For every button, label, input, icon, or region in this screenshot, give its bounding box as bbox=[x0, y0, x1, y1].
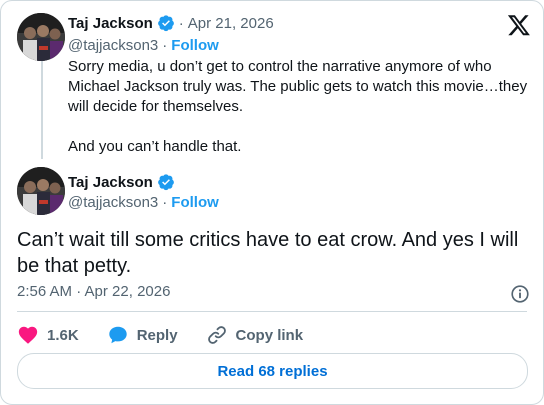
avatar[interactable] bbox=[17, 13, 65, 61]
like-count: 1.6K bbox=[47, 326, 79, 344]
copy-link-label: Copy link bbox=[235, 326, 304, 344]
tweet-date[interactable]: Apr 21, 2026 bbox=[188, 15, 274, 32]
heart-icon bbox=[18, 326, 38, 344]
read-replies-button[interactable]: Read 68 replies bbox=[17, 353, 528, 389]
tweet-paragraph: Sorry media, u don’t get to control the … bbox=[68, 58, 528, 115]
verified-badge-icon bbox=[157, 174, 174, 191]
separator-dot: · bbox=[178, 14, 184, 32]
follow-button[interactable]: Follow bbox=[171, 194, 219, 211]
main-tweet-text: Can’t wait till some critics have to eat… bbox=[17, 229, 519, 277]
reply-tweet-text: Sorry media, u don’t get to control the … bbox=[68, 57, 530, 157]
tweet-timestamp[interactable]: 2:56 AM · Apr 22, 2026 bbox=[17, 283, 170, 300]
tweet-paragraph: And you can’t handle that. bbox=[68, 138, 242, 155]
reply-tweet-handle-row: @tajjackson3 · Follow bbox=[68, 37, 219, 54]
reply-label: Reply bbox=[136, 326, 178, 344]
author-handle[interactable]: @tajjackson3 bbox=[68, 37, 158, 54]
main-tweet-handle-row: @tajjackson3 · Follow bbox=[68, 194, 219, 211]
copy-link-button[interactable]: Copy link bbox=[206, 324, 304, 346]
info-icon[interactable] bbox=[509, 283, 531, 305]
link-icon bbox=[207, 326, 226, 344]
verified-badge-icon bbox=[157, 15, 174, 32]
like-button[interactable]: 1.6K bbox=[17, 324, 79, 346]
reply-tweet-header: Taj Jackson · Apr 21, 2026 bbox=[68, 14, 274, 32]
reply-bubble-icon bbox=[108, 326, 127, 344]
x-logo-icon[interactable] bbox=[507, 13, 531, 37]
divider bbox=[17, 311, 527, 312]
embedded-tweet-card: Taj Jackson · Apr 21, 2026 @tajjackson3 … bbox=[0, 0, 544, 405]
author-name[interactable]: Taj Jackson bbox=[68, 174, 153, 191]
thread-connector-line bbox=[41, 61, 43, 159]
follow-button[interactable]: Follow bbox=[171, 37, 219, 54]
separator-dot: · bbox=[162, 194, 168, 211]
reply-button[interactable]: Reply bbox=[107, 324, 178, 346]
author-name[interactable]: Taj Jackson bbox=[68, 15, 153, 32]
avatar[interactable] bbox=[17, 167, 65, 215]
main-tweet-header: Taj Jackson bbox=[68, 173, 175, 191]
tweet-actions-bar: 1.6K Reply Copy link bbox=[17, 321, 331, 349]
separator-dot: · bbox=[162, 37, 168, 54]
author-handle[interactable]: @tajjackson3 bbox=[68, 194, 158, 211]
